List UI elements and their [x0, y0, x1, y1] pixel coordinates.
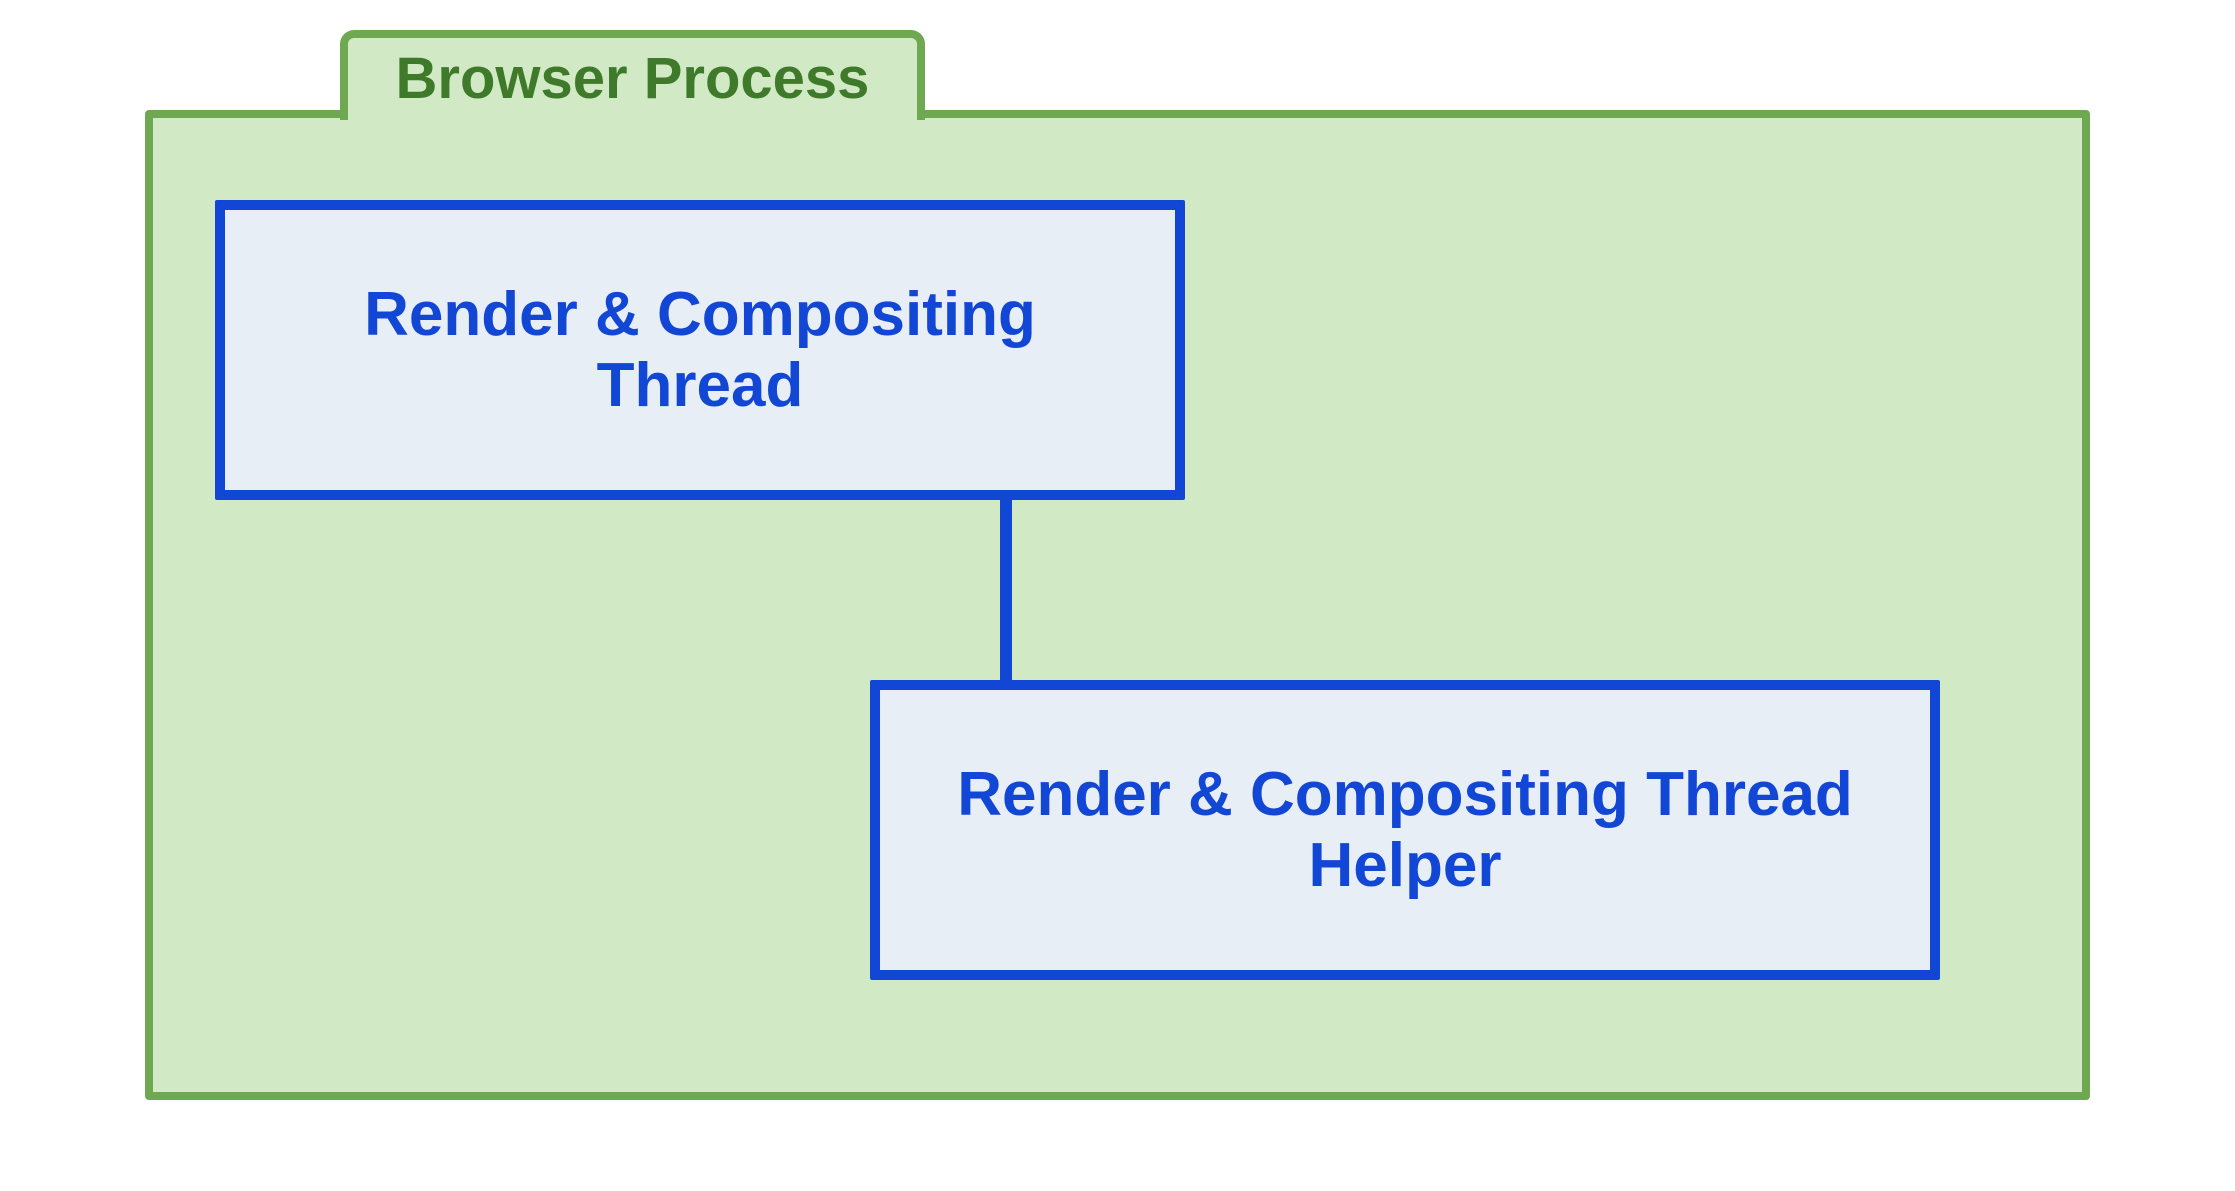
thread-connector-line — [1000, 490, 1012, 690]
render-compositing-thread-box: Render & Compositing Thread — [215, 200, 1185, 500]
diagram-canvas: Browser Process Render & Compositing Thr… — [0, 0, 2235, 1191]
render-compositing-thread-label: Render & Compositing Thread — [255, 279, 1145, 422]
browser-process-tab: Browser Process — [340, 30, 925, 120]
render-compositing-thread-helper-label: Render & Compositing Thread Helper — [910, 759, 1900, 902]
render-compositing-thread-helper-box: Render & Compositing Thread Helper — [870, 680, 1940, 980]
browser-process-title: Browser Process — [396, 50, 870, 108]
